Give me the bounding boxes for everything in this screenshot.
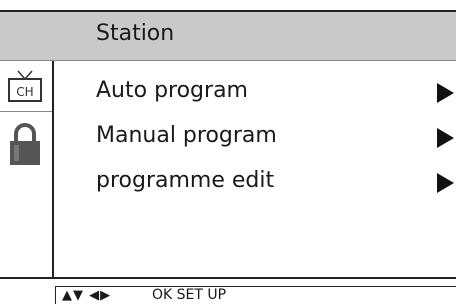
- tv-channel-icon[interactable]: CH: [5, 69, 45, 103]
- menu-item-manual-program[interactable]: Manual program: [96, 119, 456, 155]
- right-arrow-icon: [437, 128, 454, 148]
- sidebar-divider: [0, 111, 52, 112]
- menu-header: Station: [0, 12, 456, 61]
- footer-hint-bar: ▲▼ ◀▶ OK SET UP: [55, 286, 456, 304]
- menu-item-label: Auto program: [96, 78, 248, 103]
- menu-frame: Station CH Auto program Manual program p…: [0, 10, 456, 279]
- menu-item-label: Manual program: [96, 123, 277, 148]
- footer-hint-text: OK SET UP: [152, 287, 227, 303]
- menu-item-auto-program[interactable]: Auto program: [96, 74, 456, 110]
- right-arrow-icon: [437, 173, 454, 193]
- menu-title: Station: [96, 21, 175, 46]
- menu-item-programme-edit[interactable]: programme edit: [96, 164, 456, 200]
- right-arrow-icon: [437, 83, 454, 103]
- svg-text:CH: CH: [16, 85, 33, 99]
- menu-item-label: programme edit: [96, 168, 275, 193]
- lock-icon[interactable]: [6, 123, 44, 167]
- menu-sidebar: CH: [0, 61, 54, 277]
- navigation-arrows-icon: ▲▼ ◀▶: [62, 288, 112, 303]
